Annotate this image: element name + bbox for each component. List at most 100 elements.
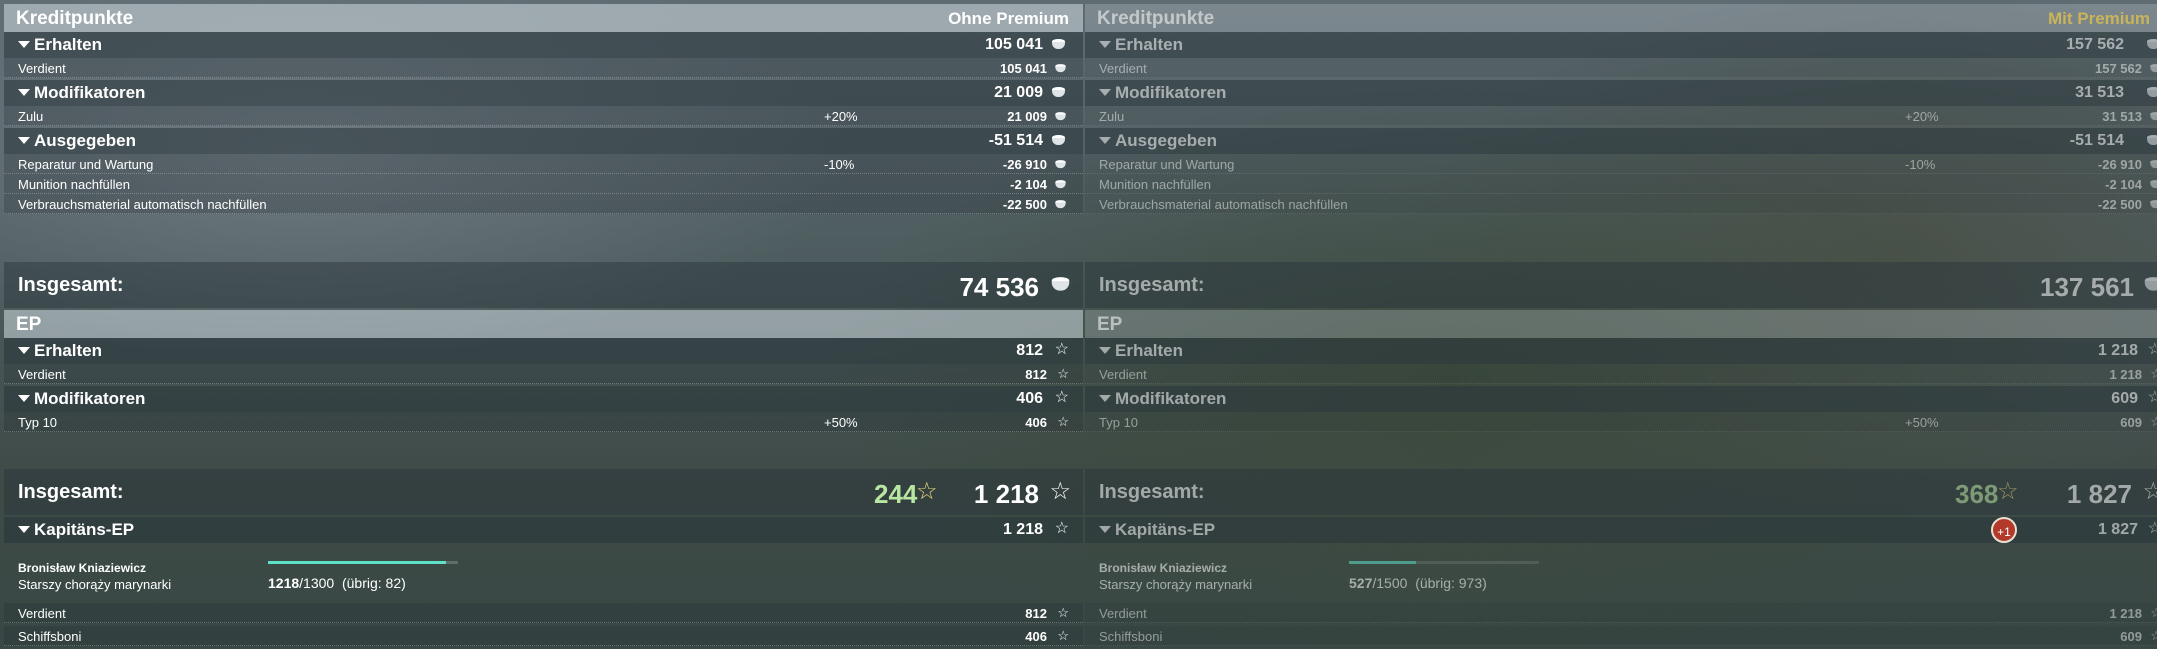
captain-xp-section[interactable]: Kapitäns-EP 1 218 ☆ bbox=[4, 517, 1083, 543]
section-label: Erhalten bbox=[1115, 341, 1184, 360]
total-label: Insgesamt: bbox=[1099, 274, 1205, 296]
line-item: Zulu +20% 31 513 bbox=[1085, 106, 2157, 126]
progress-total: /1500 bbox=[1372, 575, 1408, 591]
line-item-label: Verbrauchsmaterial automatisch nachfülle… bbox=[18, 197, 267, 212]
section-label: Kapitäns-EP bbox=[1115, 520, 1216, 539]
section-label: Kapitäns-EP bbox=[34, 520, 135, 539]
xp-modifiers-section[interactable]: Modifikatoren 406 ☆ bbox=[4, 386, 1083, 412]
total-label: Insgesamt: bbox=[18, 481, 124, 503]
line-item-percent: +20% bbox=[824, 109, 858, 124]
collapse-triangle-icon[interactable] bbox=[18, 347, 30, 354]
collapse-triangle-icon[interactable] bbox=[1099, 137, 1111, 144]
xp-total-row: Insgesamt: 368 ☆ 1 827 ☆ bbox=[1085, 469, 2157, 515]
credit-coin-icon bbox=[2150, 160, 2157, 169]
earned-section[interactable]: Erhalten 105 041 bbox=[4, 32, 1083, 58]
section-value: 406 bbox=[1016, 390, 1043, 407]
xp-star-icon: ☆ bbox=[2150, 605, 2157, 620]
section-label: Modifikatoren bbox=[34, 389, 146, 408]
credits-panel-premium: Kreditpunkte Mit Premium Erhalten 157 56… bbox=[1085, 4, 2157, 649]
line-item-percent: +50% bbox=[1905, 415, 1939, 430]
captain-xp-progress-bar bbox=[1349, 561, 1539, 564]
captain-xp-progress-fill bbox=[268, 561, 447, 564]
line-item-label: Zulu bbox=[18, 109, 44, 124]
premium-label: Ohne Premium bbox=[948, 9, 1069, 28]
credit-coin-icon bbox=[2144, 277, 2157, 292]
spent-section[interactable]: Ausgegeben -51 514 bbox=[1085, 128, 2157, 154]
section-value: 1 827 bbox=[2097, 521, 2138, 538]
captain-card[interactable]: Bronisław Kniaziewicz Starszy chorąży ma… bbox=[1085, 543, 2157, 603]
credits-total-row: Insgesamt: 74 536 bbox=[4, 262, 1083, 308]
total-label: Insgesamt: bbox=[18, 274, 124, 296]
line-item-value: 31 513 bbox=[2102, 109, 2142, 124]
line-item-percent: +20% bbox=[1905, 109, 1939, 124]
section-value: 157 562 bbox=[2066, 36, 2124, 53]
line-item: Zulu +20% 21 009 bbox=[4, 106, 1083, 126]
line-item-percent: -10% bbox=[824, 157, 855, 172]
line-item-value: -26 910 bbox=[2097, 157, 2142, 172]
xp-star-icon: ☆ bbox=[2147, 341, 2157, 358]
credit-coin-icon bbox=[2147, 87, 2157, 98]
modifiers-section[interactable]: Modifikatoren 31 513 bbox=[1085, 80, 2157, 106]
section-value: 812 bbox=[1016, 342, 1043, 359]
progress-remaining: (übrig: 973) bbox=[1415, 575, 1487, 591]
section-label: Erhalten bbox=[1115, 35, 1184, 54]
progress-remaining: (übrig: 82) bbox=[341, 575, 406, 591]
line-item: Schiffsboni 609 ☆ bbox=[1085, 626, 2157, 646]
line-item-value: 812 bbox=[1025, 606, 1047, 621]
collapse-triangle-icon[interactable] bbox=[1099, 347, 1111, 354]
line-item-value: -2 104 bbox=[1010, 177, 1047, 192]
progress-current: 527 bbox=[1349, 575, 1373, 591]
credits-total-row: Insgesamt: 137 561 bbox=[1085, 262, 2157, 308]
captain-name: Bronisław Kniaziewicz bbox=[1099, 561, 1228, 575]
section-label: Modifikatoren bbox=[34, 83, 146, 102]
line-item: Verdient 812 ☆ bbox=[4, 364, 1083, 384]
modifiers-section[interactable]: Modifikatoren 21 009 bbox=[4, 80, 1083, 106]
credit-coin-icon bbox=[1052, 87, 1065, 98]
free-xp-value: 244 bbox=[874, 479, 918, 509]
line-item-label: Schiffsboni bbox=[18, 629, 82, 644]
collapse-triangle-icon[interactable] bbox=[18, 137, 30, 144]
line-item-percent: +50% bbox=[824, 415, 858, 430]
xp-modifiers-section[interactable]: Modifikatoren 609 ☆ bbox=[1085, 386, 2157, 412]
xp-earned-section[interactable]: Erhalten 1 218 ☆ bbox=[1085, 338, 2157, 364]
total-value: 137 561 bbox=[2040, 272, 2134, 302]
free-xp-star-icon: ☆ bbox=[916, 478, 938, 505]
collapse-triangle-icon[interactable] bbox=[1099, 526, 1111, 533]
line-item-value: 21 009 bbox=[1007, 109, 1047, 124]
xp-title: EP bbox=[1097, 314, 1123, 335]
collapse-triangle-icon[interactable] bbox=[18, 89, 30, 96]
credits-panel-standard: Kreditpunkte Ohne Premium Erhalten 105 0… bbox=[4, 4, 1083, 649]
captain-card[interactable]: Bronisław Kniaziewicz Starszy chorąży ma… bbox=[4, 543, 1083, 603]
line-item: Typ 10 +50% 406 ☆ bbox=[4, 412, 1083, 432]
earned-section[interactable]: Erhalten 157 562 bbox=[1085, 32, 2157, 58]
xp-star-icon: ☆ bbox=[1054, 389, 1069, 406]
line-item: Munition nachfüllen -2 104 bbox=[1085, 174, 2157, 194]
captain-xp-progress-text: 527/1500 (übrig: 973) bbox=[1349, 575, 1487, 591]
line-item: Reparatur und Wartung -10% -26 910 bbox=[4, 154, 1083, 174]
collapse-triangle-icon[interactable] bbox=[1099, 41, 1111, 48]
spent-section[interactable]: Ausgegeben -51 514 bbox=[4, 128, 1083, 154]
collapse-triangle-icon[interactable] bbox=[18, 395, 30, 402]
credit-coin-icon bbox=[1051, 277, 1070, 292]
xp-header: EP bbox=[4, 310, 1083, 338]
xp-star-icon: ☆ bbox=[1054, 520, 1069, 537]
section-value: 1 218 bbox=[1002, 521, 1043, 538]
collapse-triangle-icon[interactable] bbox=[1099, 395, 1111, 402]
collapse-triangle-icon[interactable] bbox=[18, 526, 30, 533]
xp-star-icon: ☆ bbox=[2150, 414, 2157, 429]
credit-coin-icon bbox=[2150, 64, 2157, 73]
xp-earned-section[interactable]: Erhalten 812 ☆ bbox=[4, 338, 1083, 364]
collapse-triangle-icon[interactable] bbox=[1099, 89, 1111, 96]
level-up-badge[interactable]: +1 bbox=[1991, 517, 2017, 543]
line-item-label: Verdient bbox=[1099, 61, 1147, 76]
credit-coin-icon bbox=[1055, 200, 1066, 209]
xp-total-row: Insgesamt: 244 ☆ 1 218 ☆ bbox=[4, 469, 1083, 515]
line-item-value: -22 500 bbox=[1002, 197, 1047, 212]
captain-xp-section[interactable]: Kapitäns-EP +1 1 827 ☆ bbox=[1085, 517, 2157, 543]
free-xp-value: 368 bbox=[1955, 479, 1999, 509]
line-item: Verdient 812 ☆ bbox=[4, 603, 1083, 623]
line-item-value: 1 218 bbox=[2109, 367, 2142, 382]
progress-current: 1218 bbox=[268, 575, 300, 591]
line-item-label: Schiffsboni bbox=[1099, 629, 1163, 644]
collapse-triangle-icon[interactable] bbox=[18, 41, 30, 48]
